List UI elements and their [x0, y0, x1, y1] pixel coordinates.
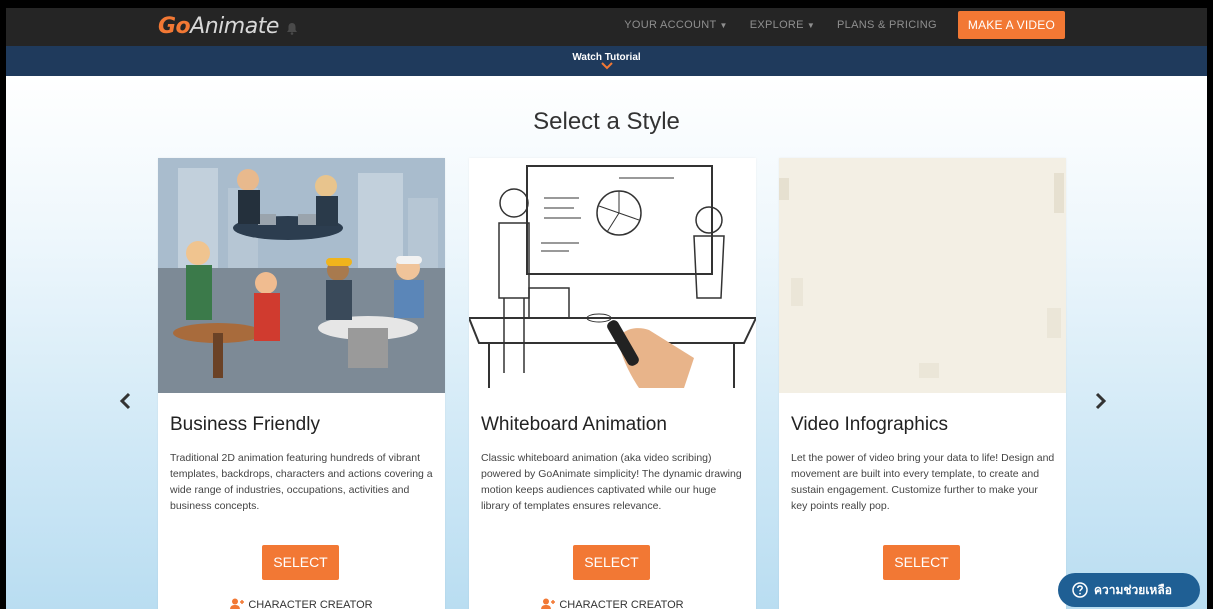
nav-plans-pricing[interactable]: PLANS & PRICING	[826, 19, 948, 31]
caret-down-icon: ▼	[719, 20, 728, 30]
help-label: ความช่วยเหลือ	[1094, 582, 1172, 597]
character-creator-icon	[541, 598, 556, 609]
style-card-whiteboard-animation[interactable]: Whiteboard Animation Classic whiteboard …	[469, 158, 756, 609]
top-navigation: GoAnimate YOUR ACCOUNT ▼ EXPLORE ▼ PLANS &…	[0, 0, 1213, 46]
help-button[interactable]: ความช่วยเหลือ	[1058, 573, 1200, 607]
card-description: Let the power of video bring your data t…	[791, 452, 1055, 512]
nav-explore[interactable]: EXPLORE ▼	[739, 19, 826, 31]
page-title: Select a Style	[533, 108, 680, 135]
carousel-next-arrow-icon[interactable]	[1090, 390, 1110, 412]
character-creator-icon	[230, 598, 245, 609]
caret-down-icon: ▼	[806, 20, 816, 30]
style-card-video-infographics[interactable]: Video Infographics Let the power of vide…	[779, 158, 1066, 609]
select-button[interactable]: SELECT	[883, 545, 960, 580]
whiteboard-illustration	[469, 158, 756, 393]
select-button[interactable]: SELECT	[262, 545, 339, 580]
nav-your-account[interactable]: YOUR ACCOUNT ▼	[613, 19, 738, 31]
chevron-down-icon[interactable]	[600, 62, 613, 70]
question-circle-icon	[1072, 582, 1088, 598]
card-description: Classic whiteboard animation (aka video …	[481, 452, 742, 512]
carousel-prev-arrow-icon[interactable]	[116, 390, 136, 412]
goanimate-logo[interactable]: GoAnimate	[158, 14, 279, 39]
character-creator-link[interactable]: CHARACTER CREATOR	[469, 598, 756, 609]
card-title: Video Infographics	[791, 414, 949, 435]
business-friendly-illustration	[158, 158, 445, 393]
character-creator-link[interactable]: CHARACTER CREATOR	[158, 598, 445, 609]
tutorial-bar[interactable]: Watch Tutorial	[0, 46, 1213, 76]
card-title: Business Friendly	[170, 414, 320, 435]
card-title: Whiteboard Animation	[481, 414, 667, 435]
card-description: Traditional 2D animation featuring hundr…	[170, 452, 433, 512]
watch-tutorial-label[interactable]: Watch Tutorial	[0, 46, 1213, 63]
style-card-business-friendly[interactable]: Business Friendly Traditional 2D animati…	[158, 158, 445, 609]
make-a-video-button[interactable]: MAKE A VIDEO	[957, 11, 1065, 39]
select-button[interactable]: SELECT	[573, 545, 650, 580]
nav-links: YOUR ACCOUNT ▼ EXPLORE ▼ PLANS & PRICING M…	[613, 10, 1065, 40]
video-infographics-illustration	[779, 158, 1066, 393]
bell-icon[interactable]	[286, 22, 298, 35]
